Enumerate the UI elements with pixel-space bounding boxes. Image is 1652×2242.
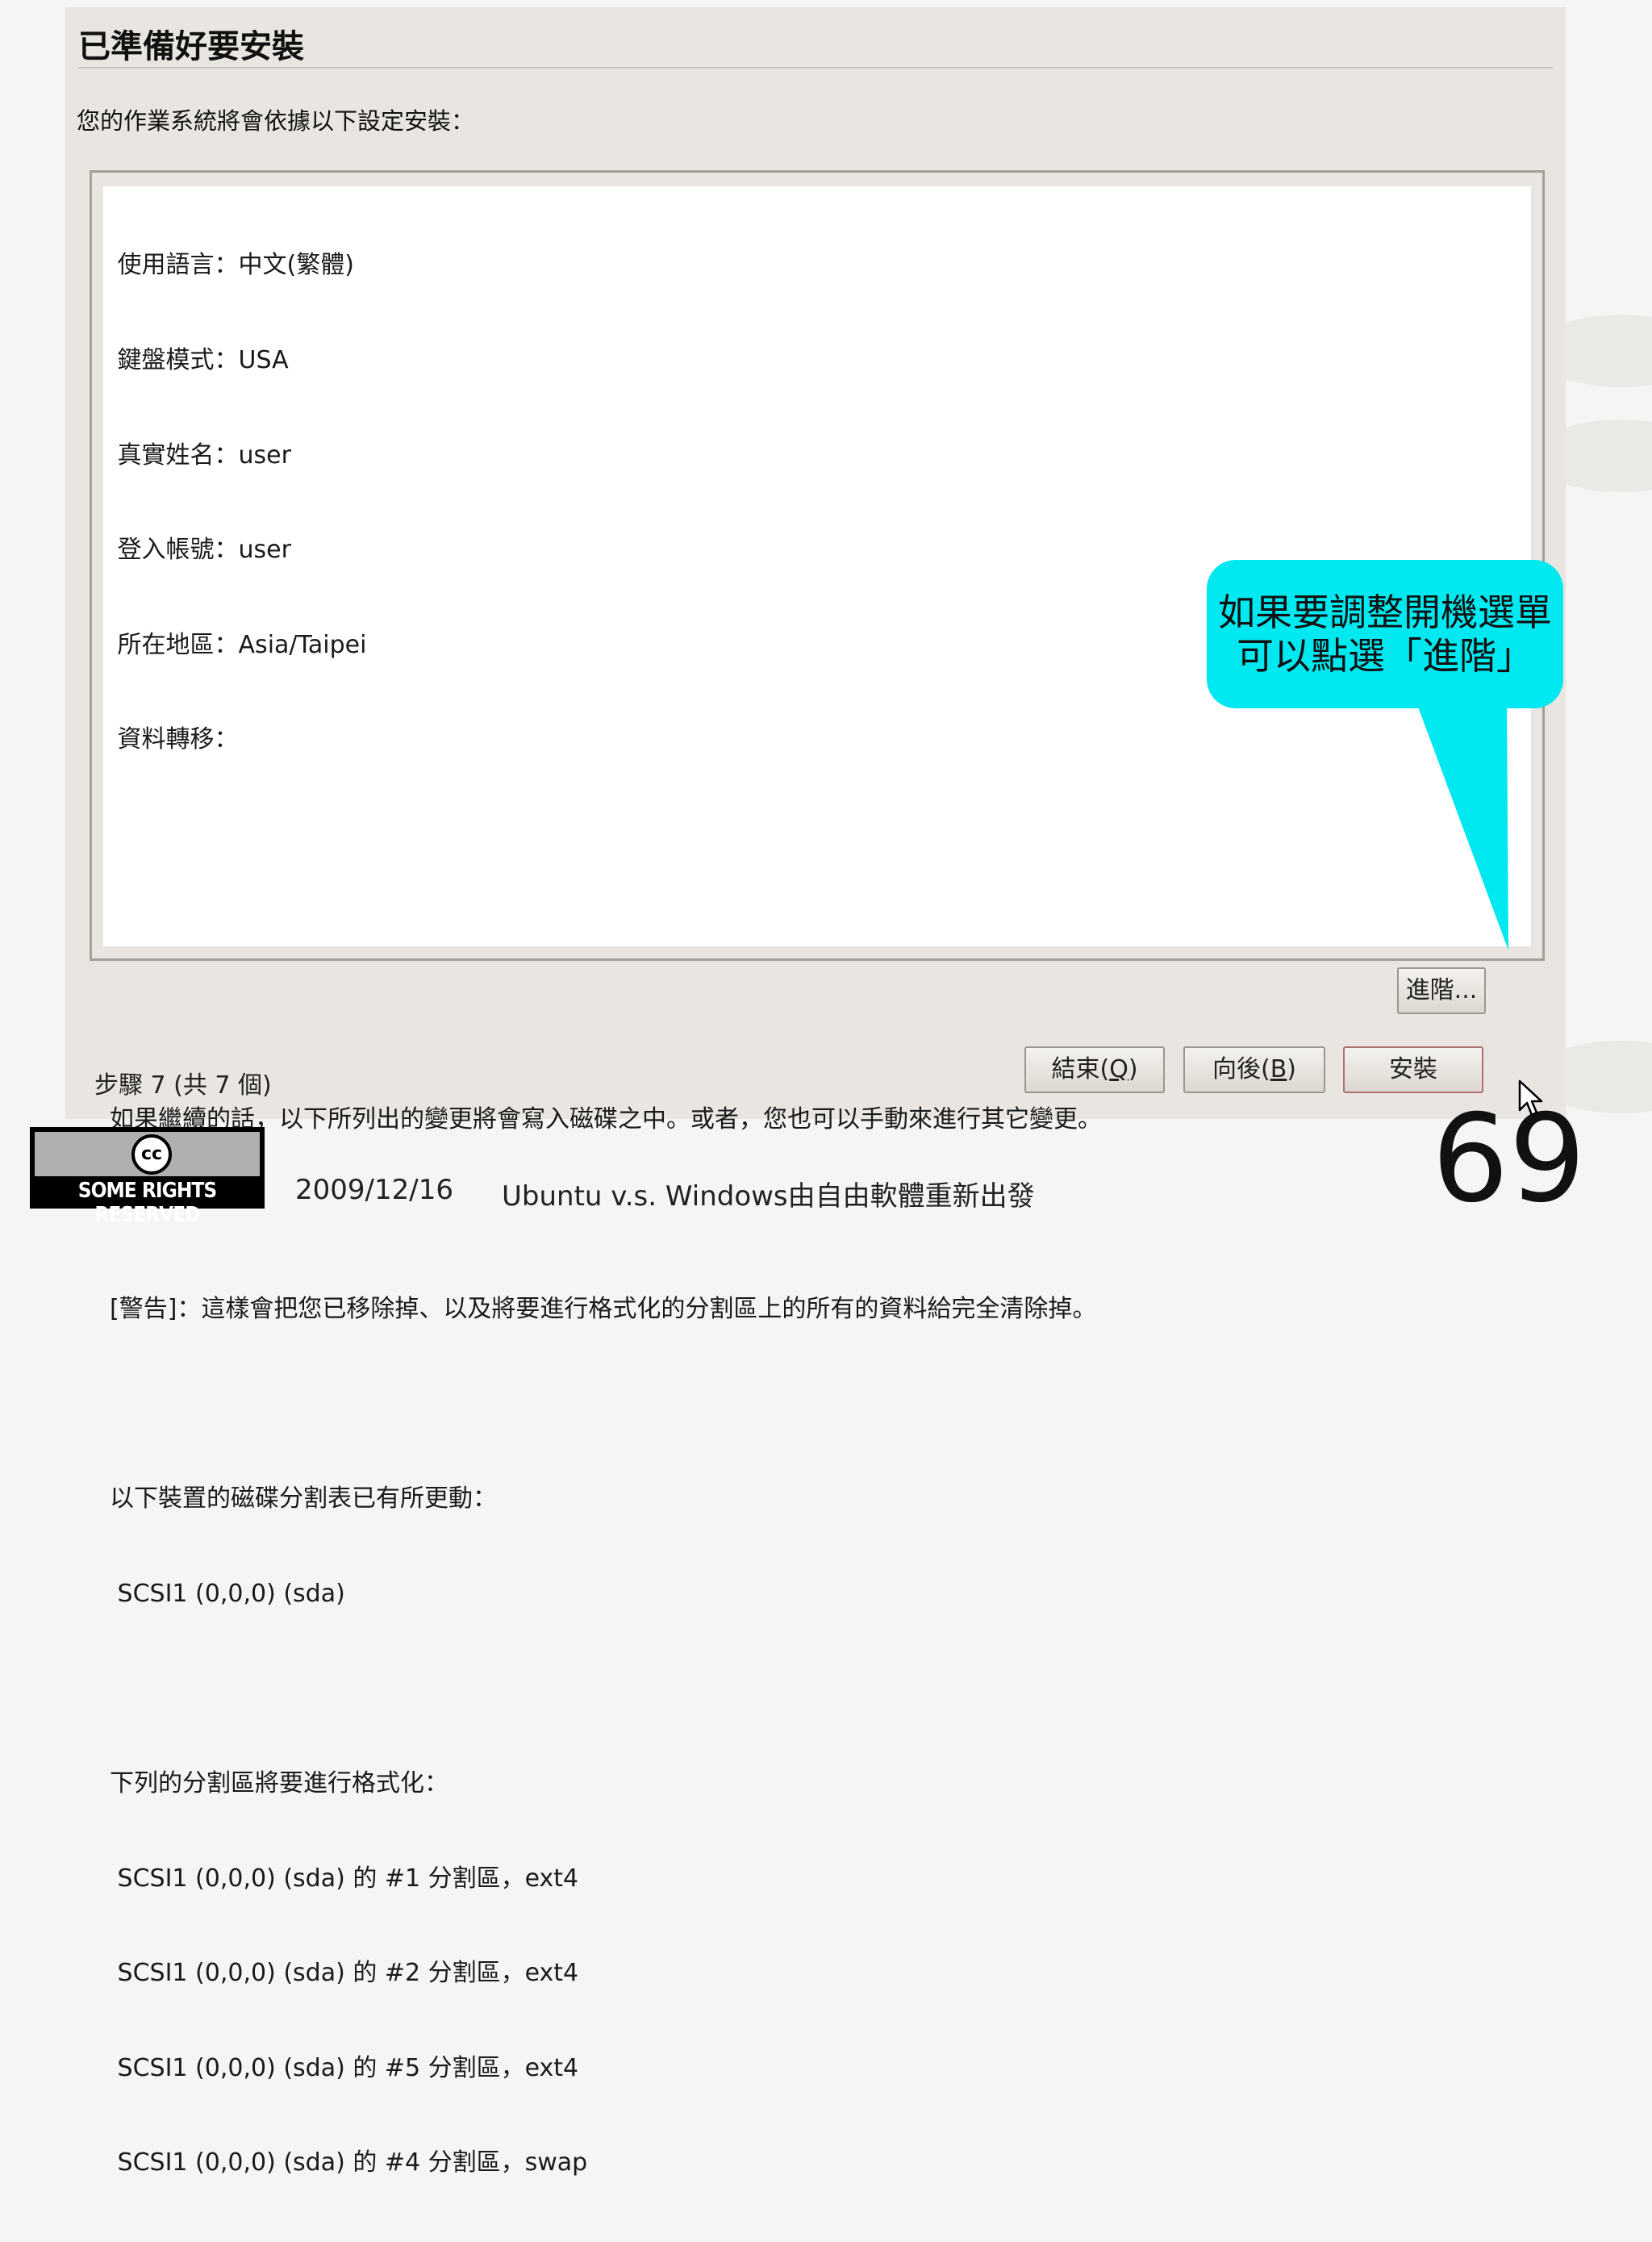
summary-line: 資料轉移： <box>110 725 239 754</box>
summary-line: 下列的分割區將要進行格式化： <box>110 1768 448 1797</box>
summary-line: 以下裝置的磁碟分割表已有所更動： <box>110 1484 497 1513</box>
back-label: 向後( <box>1212 1055 1270 1083</box>
summary-line <box>110 1672 1102 1704</box>
summary-line: SCSI1 (0,0,0) (sda) 的 #1 分割區，ext4 <box>110 1864 579 1893</box>
quit-button[interactable]: 結束(Q) <box>1024 1046 1165 1093</box>
page-title: 已準備好要安裝 <box>78 28 304 65</box>
summary-line <box>110 819 1102 850</box>
creative-commons-icon: cc <box>131 1134 172 1175</box>
quit-label-close: ) <box>1128 1055 1138 1083</box>
slide-number: 69 <box>1432 1089 1586 1230</box>
install-button[interactable]: 安裝 <box>1343 1046 1483 1093</box>
summary-line <box>110 914 1102 946</box>
summary-line: [警告]：這樣會把您已移除掉、以及將要進行格式化的分割區上的所有的資料給完全清除… <box>110 1294 1097 1323</box>
summary-line: 使用語言：中文(繁體) <box>110 251 354 280</box>
summary-line: SCSI1 (0,0,0) (sda) 的 #2 分割區，ext4 <box>110 1959 579 1988</box>
summary-line: SCSI1 (0,0,0) (sda) 的 #4 分割區，swap <box>110 2148 588 2177</box>
summary-line: 登入帳號：user <box>110 536 291 565</box>
cc-license-badge: cc SOME RIGHTS RESERVED <box>30 1127 265 1227</box>
callout-line-1: 如果要調整開機選單 <box>1218 591 1552 634</box>
annotation-callout: 如果要調整開機選單 可以點選「進階」 <box>1207 560 1563 708</box>
callout-line-2: 可以點選「進階」 <box>1237 634 1533 678</box>
summary-line <box>110 1008 1102 1040</box>
summary-line: 真實姓名：user <box>110 440 291 470</box>
summary-line: 所在地區：Asia/Taipei <box>110 630 367 659</box>
back-button[interactable]: 向後(B) <box>1183 1046 1325 1093</box>
quit-label: 結束( <box>1051 1055 1110 1083</box>
back-label-close: ) <box>1287 1055 1297 1083</box>
back-mnemonic: B <box>1270 1055 1287 1083</box>
summary-line <box>110 1388 1102 1420</box>
intro-text: 您的作業系統將會依據以下設定安裝： <box>77 107 475 135</box>
mouse-cursor-icon <box>1518 1079 1543 1117</box>
summary-line: SCSI1 (0,0,0) (sda) 的 #5 分割區，ext4 <box>110 2053 579 2082</box>
cc-rights-text: SOME RIGHTS RESERVED <box>77 1179 217 1227</box>
title-divider <box>78 67 1553 69</box>
quit-mnemonic: Q <box>1109 1055 1128 1083</box>
footer-title: Ubuntu v.s. Windows由自由軟體重新出發 <box>502 1180 1035 1213</box>
advanced-button[interactable]: 進階... <box>1397 967 1486 1014</box>
step-indicator: 步驟 7 (共 7 個) <box>94 1071 272 1100</box>
summary-line: 鍵盤模式：USA <box>110 346 289 374</box>
summary-line: SCSI1 (0,0,0) (sda) <box>110 1579 345 1608</box>
footer-date: 2009/12/16 <box>295 1174 453 1206</box>
